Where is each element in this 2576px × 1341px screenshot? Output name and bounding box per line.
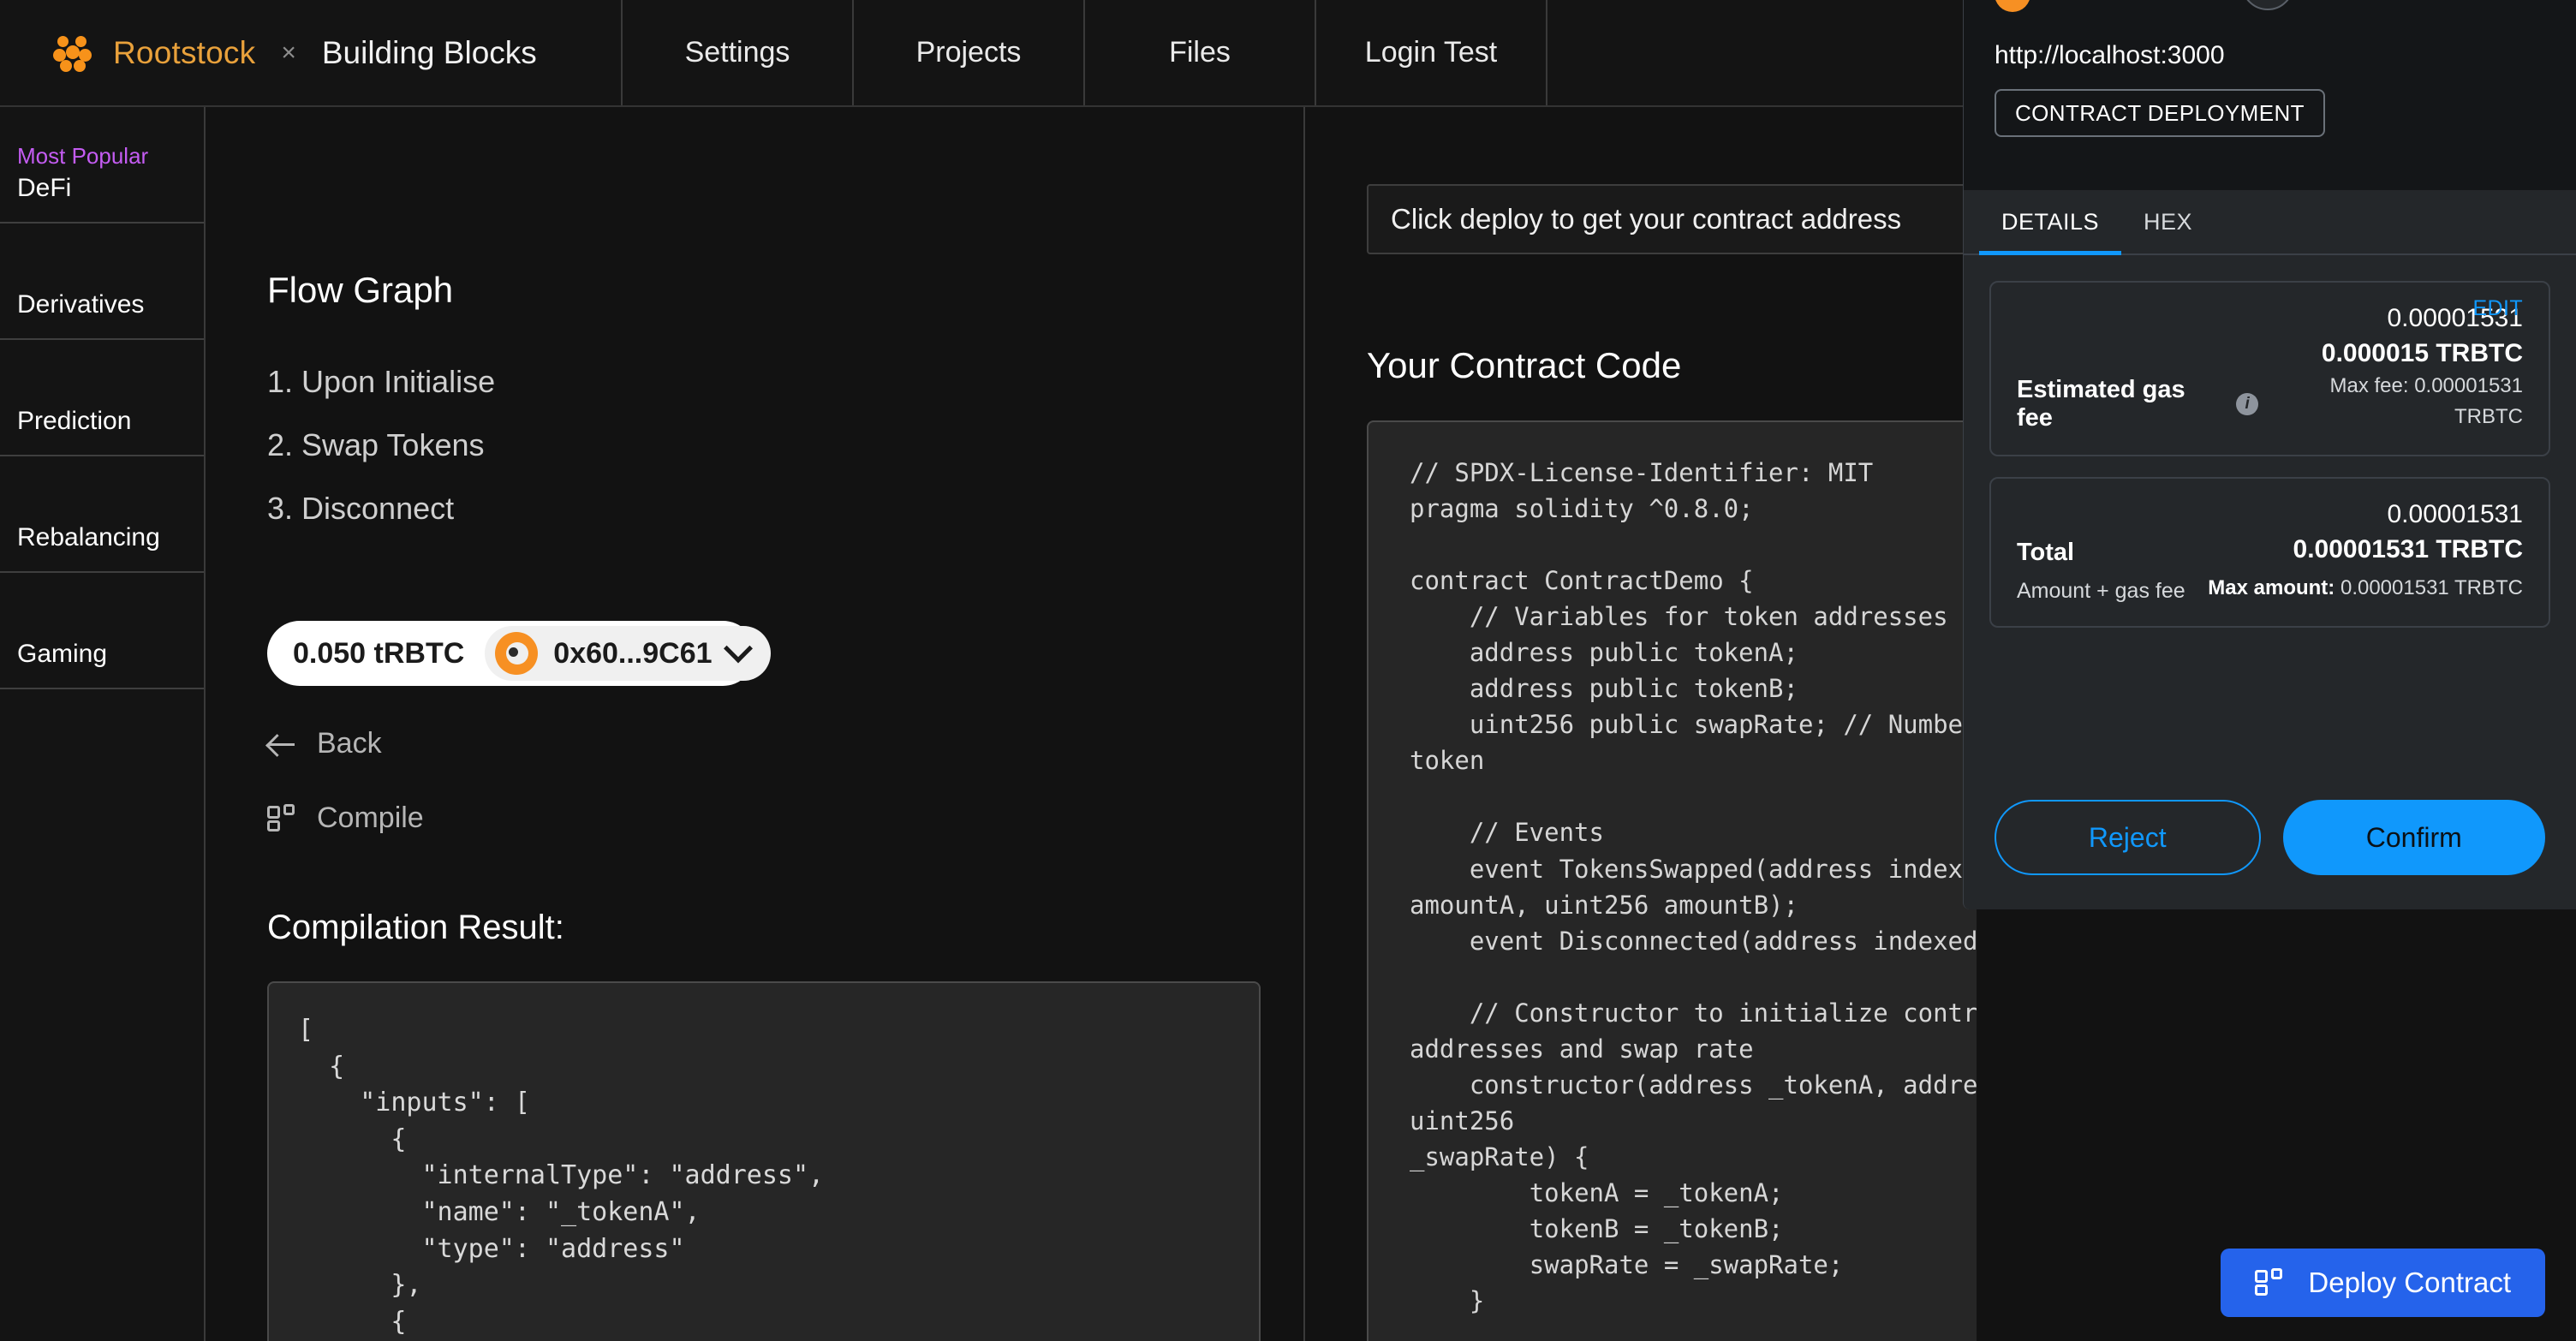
sidebar-item-label: Rebalancing xyxy=(17,523,160,551)
brand-subtitle: Building Blocks xyxy=(321,34,537,70)
contract-code-title: Your Contract Code xyxy=(1367,345,1682,385)
metamask-origin-section: http://localhost:3000 CONTRACT DEPLOYMEN… xyxy=(1964,12,2576,137)
contract-address-box: Click deploy to get your contract addres… xyxy=(1367,184,1977,254)
metamask-fox-icon xyxy=(1995,0,2030,12)
tab-projects[interactable]: Projects xyxy=(854,0,1085,105)
sidebar-item-label: Gaming xyxy=(17,640,108,668)
chevron-down-icon xyxy=(723,634,753,664)
tab-settings[interactable]: Settings xyxy=(623,0,854,105)
contract-address-placeholder: Click deploy to get your contract addres… xyxy=(1391,203,1902,235)
metamask-panel-header xyxy=(1964,0,2576,12)
wallet-address: 0x60...9C61 xyxy=(553,636,713,670)
flow-step: 1. Upon Initialise xyxy=(267,364,496,399)
app-root: Rootstock × Building Blocks Settings Pro… xyxy=(0,0,2576,1341)
reject-button[interactable]: Reject xyxy=(1995,800,2261,875)
compile-button[interactable]: Compile xyxy=(267,802,424,835)
total-sublabel: Amount + gas fee xyxy=(2017,579,2185,603)
origin-url: http://localhost:3000 xyxy=(1995,41,2225,69)
brand-separator-icon: × xyxy=(281,38,296,67)
compilation-result-title: Compilation Result: xyxy=(267,909,564,946)
gas-fee-native: 0.000015 TRBTC xyxy=(2321,338,2523,367)
sidebar-item-label: DeFi xyxy=(17,174,72,202)
total-label: Total xyxy=(2017,539,2075,566)
contract-column: Click deploy to get your contract addres… xyxy=(1307,107,1977,1341)
total-native: 0.00001531 TRBTC xyxy=(2293,534,2523,563)
max-amount-label: Max amount: xyxy=(2208,575,2335,599)
brand-name: Rootstock xyxy=(113,34,256,70)
rootstock-logo-icon xyxy=(53,33,92,73)
contract-code-text: // SPDX-License-Identifier: MIT pragma s… xyxy=(1410,458,1977,1316)
total-values: 0.00001531 0.00001531 TRBTC xyxy=(2293,498,2523,567)
brand-cell[interactable]: Rootstock × Building Blocks xyxy=(0,0,623,105)
contract-code-panel[interactable]: // SPDX-License-Identifier: MIT pragma s… xyxy=(1367,420,1977,1341)
deploy-contract-button[interactable]: Deploy Contract xyxy=(2221,1249,2545,1317)
compilation-result-json: [ { "inputs": [ { "internalType": "addre… xyxy=(298,1015,825,1337)
total-row: Total 0.00001531 0.00001531 TRBTC xyxy=(2017,498,2523,567)
metamask-tabs: DETAILS HEX xyxy=(1964,190,2576,255)
sidebar-item-label: Derivatives xyxy=(17,290,145,319)
arrow-left-icon xyxy=(267,730,296,759)
total-footer: Amount + gas fee Max amount: 0.00001531 … xyxy=(2017,572,2523,604)
flow-steps-list: 1. Upon Initialise 2. Swap Tokens 3. Dis… xyxy=(267,364,1303,527)
blocks-icon xyxy=(267,803,296,833)
gas-fee-label: Estimated gas fee i xyxy=(2017,376,2259,432)
sidebar-item-label: Prediction xyxy=(17,407,132,435)
network-avatar-icon xyxy=(2241,0,2294,10)
category-sidebar: Most Popular DeFi Derivatives Prediction… xyxy=(0,107,206,1341)
sidebar-item-kicker: Most Popular xyxy=(17,143,149,170)
wallet-balance: 0.050 tRBTC xyxy=(293,636,465,670)
max-amount-value: 0.00001531 TRBTC xyxy=(2340,575,2523,599)
gas-max-fee: Max fee: 0.00001531 TRBTC xyxy=(2329,374,2523,428)
flow-step: 2. Swap Tokens xyxy=(267,427,485,462)
confirm-button[interactable]: Confirm xyxy=(2282,800,2545,875)
compile-button-label: Compile xyxy=(317,802,424,834)
transaction-type-badge: CONTRACT DEPLOYMENT xyxy=(1995,89,2325,137)
sidebar-item-prediction[interactable]: Prediction xyxy=(0,340,204,456)
blocks-icon xyxy=(2255,1268,2284,1297)
flow-step: 3. Disconnect xyxy=(267,491,455,526)
flow-graph-title: Flow Graph xyxy=(267,270,454,310)
deploy-contract-label: Deploy Contract xyxy=(2308,1266,2511,1298)
metamask-action-bar: Reject Confirm xyxy=(1964,778,2576,909)
wallet-connect-pill[interactable]: 0.050 tRBTC 0x60...9C61 xyxy=(267,621,771,686)
info-icon[interactable]: i xyxy=(2236,393,2259,415)
total-card: Total 0.00001531 0.00001531 TRBTC Amount… xyxy=(1989,477,2550,628)
flow-graph-column: Flow Graph 1. Upon Initialise 2. Swap To… xyxy=(207,107,1305,1341)
sidebar-item-gaming[interactable]: Gaming xyxy=(0,573,204,689)
gas-fee-card: EDIT Estimated gas fee i 0.00001531 0.00… xyxy=(1989,281,2550,456)
back-button[interactable]: Back xyxy=(267,727,382,760)
tab-details[interactable]: DETAILS xyxy=(1979,190,2122,255)
tab-files[interactable]: Files xyxy=(1085,0,1316,105)
compilation-result-panel[interactable]: [ { "inputs": [ { "internalType": "addre… xyxy=(267,981,1261,1341)
origin-spacer xyxy=(1964,137,2576,190)
tab-hex[interactable]: HEX xyxy=(2121,190,2215,255)
edit-gas-button[interactable]: EDIT xyxy=(2472,296,2523,321)
metamask-fox-avatar-icon xyxy=(495,632,539,675)
wallet-account-chip[interactable]: 0x60...9C61 xyxy=(485,626,771,681)
sidebar-item-rebalancing[interactable]: Rebalancing xyxy=(0,456,204,573)
tab-login-test[interactable]: Login Test xyxy=(1316,0,1547,105)
sidebar-item-defi[interactable]: Most Popular DeFi xyxy=(0,107,204,224)
metamask-confirmation-panel: http://localhost:3000 CONTRACT DEPLOYMEN… xyxy=(1963,0,2576,909)
max-amount-row: Max amount: 0.00001531 TRBTC xyxy=(2208,573,2523,604)
gas-fee-row: Estimated gas fee i 0.00001531 0.000015 … xyxy=(2017,301,2523,432)
gas-fee-label-text: Estimated gas fee xyxy=(2017,376,2185,432)
back-button-label: Back xyxy=(317,727,382,760)
total-fiat: 0.00001531 xyxy=(2387,500,2524,528)
metamask-details-body: EDIT Estimated gas fee i 0.00001531 0.00… xyxy=(1964,255,2576,778)
sidebar-item-derivatives[interactable]: Derivatives xyxy=(0,224,204,340)
